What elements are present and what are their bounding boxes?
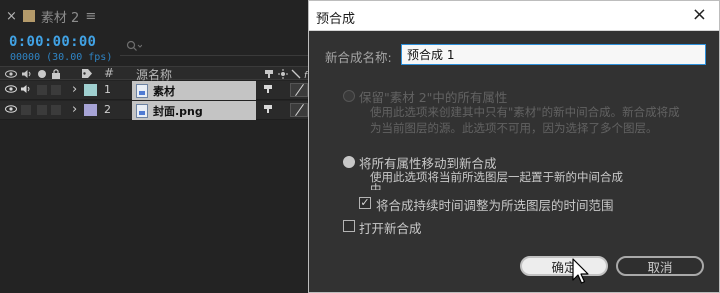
layer-label-color[interactable] [84, 104, 97, 116]
expand-arrow-icon[interactable]: › [72, 102, 77, 117]
dialog-title: 预合成 [316, 12, 356, 27]
layer-search-field[interactable] [120, 36, 320, 56]
keep-attributes-desc-line2: 为当前图层的源。此选项不可用，因为选择了多个图层。 [370, 121, 658, 135]
tab-close-icon[interactable]: × [6, 9, 17, 24]
audio-speaker-icon[interactable] [20, 84, 32, 97]
layer-name: 素材 [153, 84, 175, 98]
precompose-dialog: 预合成 × 新合成名称: 保留"素材 2"中的所有属性 使用此选项来创建其中只有… [308, 0, 720, 293]
layer-name-cell[interactable]: 素材 [132, 81, 256, 100]
cancel-button[interactable]: 取消 [616, 256, 704, 276]
layer-number: 1 [104, 83, 111, 96]
move-attributes-desc-line1: 使用此选项将当前所选图层一起置于新的中间合成 [370, 170, 623, 184]
lock-column-icon[interactable] [50, 67, 62, 80]
frame-rate-readout: 00000 (30.00 fps) [10, 52, 113, 63]
keep-attributes-desc-line1: 使用此选项来创建其中只有"素材"的新中间合成。新合成将成 [370, 105, 680, 119]
solo-toggle[interactable] [36, 84, 48, 96]
layer-row-2[interactable]: › 2 封面.png [0, 101, 330, 120]
ok-button[interactable]: 确定 [520, 256, 608, 276]
tab-title: 素材 2 [40, 10, 80, 26]
tab-menu-icon[interactable]: ≡ [85, 9, 96, 24]
move-attributes-desc-line2: 中 [370, 182, 382, 190]
move-attributes-radio[interactable] [343, 156, 355, 168]
composition-icon [22, 10, 35, 22]
audio-toggle[interactable] [20, 104, 32, 116]
visibility-eye-icon[interactable] [5, 104, 17, 116]
adjust-duration-label: 将合成持续时间调整为所选图层的时间范围 [376, 198, 614, 213]
visibility-column-icon[interactable] [4, 67, 18, 80]
solo-toggle[interactable] [36, 104, 48, 116]
layer-column-header: # 源名称 f [0, 66, 330, 82]
solo-column-icon[interactable] [36, 67, 48, 80]
layer-name: 封面.png [153, 104, 203, 118]
quality-switch-icon[interactable] [290, 67, 302, 80]
layer-label-color[interactable] [84, 84, 97, 96]
footage-file-icon [136, 83, 148, 98]
shy-switch-icon[interactable] [262, 67, 276, 80]
open-new-comp-label: 打开新合成 [359, 221, 422, 236]
image-file-icon [136, 103, 148, 118]
search-icon [126, 40, 142, 51]
expand-arrow-icon[interactable]: › [72, 82, 77, 97]
lock-toggle[interactable] [50, 104, 62, 116]
quality-switch[interactable] [290, 83, 308, 97]
audio-column-icon[interactable] [20, 67, 34, 80]
layer-number-header: # [104, 66, 115, 80]
quality-switch[interactable] [290, 103, 308, 117]
open-new-comp-checkbox[interactable] [343, 220, 355, 232]
mouse-pointer-icon [572, 258, 589, 284]
close-icon[interactable]: × [692, 5, 707, 25]
lock-toggle[interactable] [50, 84, 62, 96]
shy-switch-icon[interactable] [262, 103, 274, 117]
layer-row-1[interactable]: › 1 素材 [0, 81, 330, 100]
shy-switch-icon[interactable] [262, 83, 274, 97]
new-comp-name-input[interactable] [401, 44, 706, 65]
collapse-switch-icon[interactable] [277, 67, 289, 80]
layer-number: 2 [104, 103, 111, 116]
keep-attributes-radio[interactable] [343, 90, 355, 102]
current-timecode[interactable]: 0:00:00:00 [9, 34, 96, 50]
visibility-eye-icon[interactable] [5, 84, 17, 96]
new-comp-name-label: 新合成名称: [325, 50, 392, 65]
dialog-titlebar: 预合成 × [309, 1, 719, 31]
label-tag-icon[interactable] [80, 67, 94, 80]
adjust-duration-checkbox[interactable]: ✓ [359, 197, 371, 209]
layer-name-cell[interactable]: 封面.png [132, 101, 256, 120]
timeline-tab[interactable]: × 素材 2 ≡ [6, 7, 96, 26]
